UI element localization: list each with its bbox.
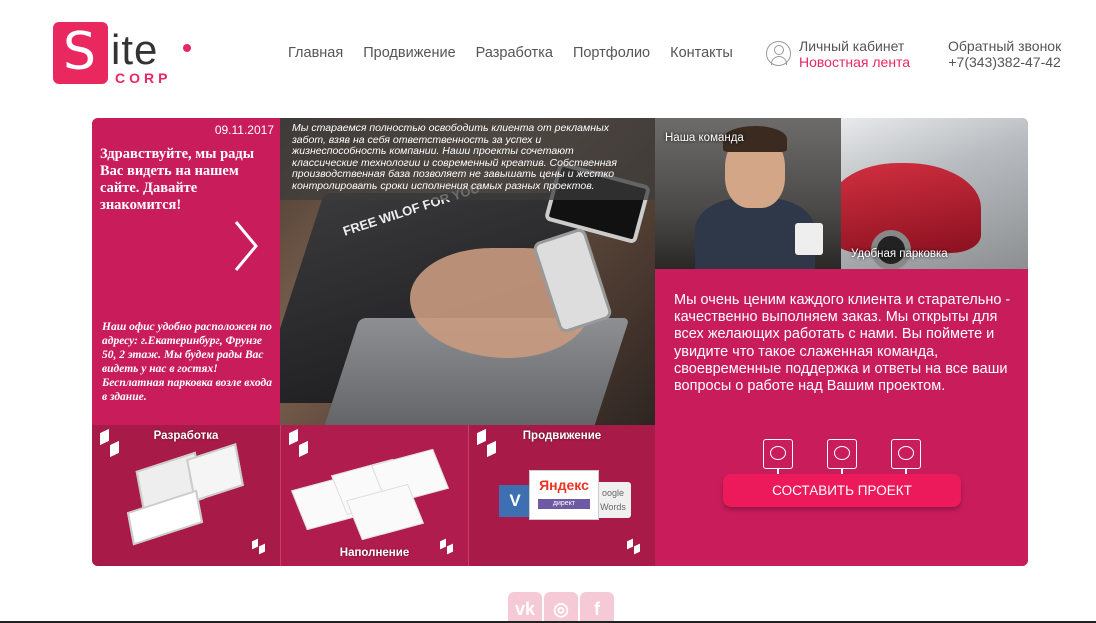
about-text: Мы стараемся полностью освободить клиент… xyxy=(292,122,617,192)
yandex-logo: Яндекс директ xyxy=(529,470,599,520)
chart-icon xyxy=(827,439,857,474)
service-icons xyxy=(763,439,921,474)
site-logo[interactable]: S ite CORP xyxy=(53,22,203,88)
parking-photo[interactable]: Удобная парковка xyxy=(841,118,1028,269)
devices-image xyxy=(126,443,245,546)
social-links: vk ◎ f xyxy=(508,592,614,623)
logo-corp: CORP xyxy=(115,70,172,86)
team-photo[interactable]: Наша команда xyxy=(655,118,841,269)
info-panel: Мы очень ценим каждого клиента и старате… xyxy=(655,269,1028,566)
google-logo: oogle Words xyxy=(595,482,631,518)
instagram-icon[interactable]: ◎ xyxy=(544,592,578,623)
news-feed-link[interactable]: Новостная лента xyxy=(799,54,910,70)
vk-icon[interactable]: vk xyxy=(508,592,542,623)
main-nav: Главная Продвижение Разработка Портфолио… xyxy=(288,45,733,61)
welcome-panel: 09.11.2017 Здравствуйте, мы рады Вас вид… xyxy=(92,118,280,425)
nav-link-home[interactable]: Главная xyxy=(288,45,343,61)
callback-phone[interactable]: +7(343)382-47-42 xyxy=(948,54,1061,70)
tile-development[interactable]: Разработка xyxy=(92,425,280,566)
nav-link-promotion[interactable]: Продвижение xyxy=(363,45,455,61)
finance-icon xyxy=(891,439,921,474)
make-project-button[interactable]: СОСТАВИТЬ ПРОЕКТ xyxy=(723,474,961,507)
documents-image xyxy=(290,448,450,541)
tile-promotion[interactable]: Продвижение V oogle Words Яндекс директ xyxy=(468,425,655,566)
team-label: Наша команда xyxy=(665,132,744,144)
info-text: Мы очень ценим каждого клиента и старате… xyxy=(674,292,1011,395)
vk-logo: V xyxy=(499,485,531,517)
facebook-icon[interactable]: f xyxy=(580,592,614,623)
account-link[interactable]: Личный кабинет xyxy=(799,38,910,54)
logo-dot xyxy=(183,44,191,52)
news-date: 09.11.2017 xyxy=(214,123,274,137)
tile-development-title: Разработка xyxy=(153,430,219,442)
office-address: Наш офис удобно расположен по адресу: г.… xyxy=(102,321,272,403)
laptop-photo: FREE WILOF FOR YOU Мы стараемся полность… xyxy=(280,118,655,425)
user-icon[interactable] xyxy=(766,41,791,66)
welcome-greeting: Здравствуйте, мы рады Вас видеть на наше… xyxy=(100,146,255,213)
tile-promotion-title: Продвижение xyxy=(522,430,602,442)
car xyxy=(841,163,981,253)
nav-link-development[interactable]: Разработка xyxy=(476,45,553,61)
hero-grid: 09.11.2017 Здравствуйте, мы рады Вас вид… xyxy=(92,118,1028,566)
presentation-icon xyxy=(763,439,793,474)
chevron-right-icon[interactable] xyxy=(232,220,260,272)
nav-link-contacts[interactable]: Контакты xyxy=(670,45,733,61)
logo-letter-s: S xyxy=(63,22,97,82)
nav-link-portfolio[interactable]: Портфолио xyxy=(573,45,650,61)
ad-platforms-image: V oogle Words Яндекс директ xyxy=(499,470,634,525)
logo-text: ite xyxy=(111,26,159,73)
tile-content[interactable]: Наполнение xyxy=(280,425,468,566)
callback-label[interactable]: Обратный звонок xyxy=(948,38,1061,54)
parking-label: Удобная парковка xyxy=(851,248,948,260)
callback-block[interactable]: Обратный звонок +7(343)382-47-42 xyxy=(948,38,1061,70)
mug xyxy=(795,223,823,255)
